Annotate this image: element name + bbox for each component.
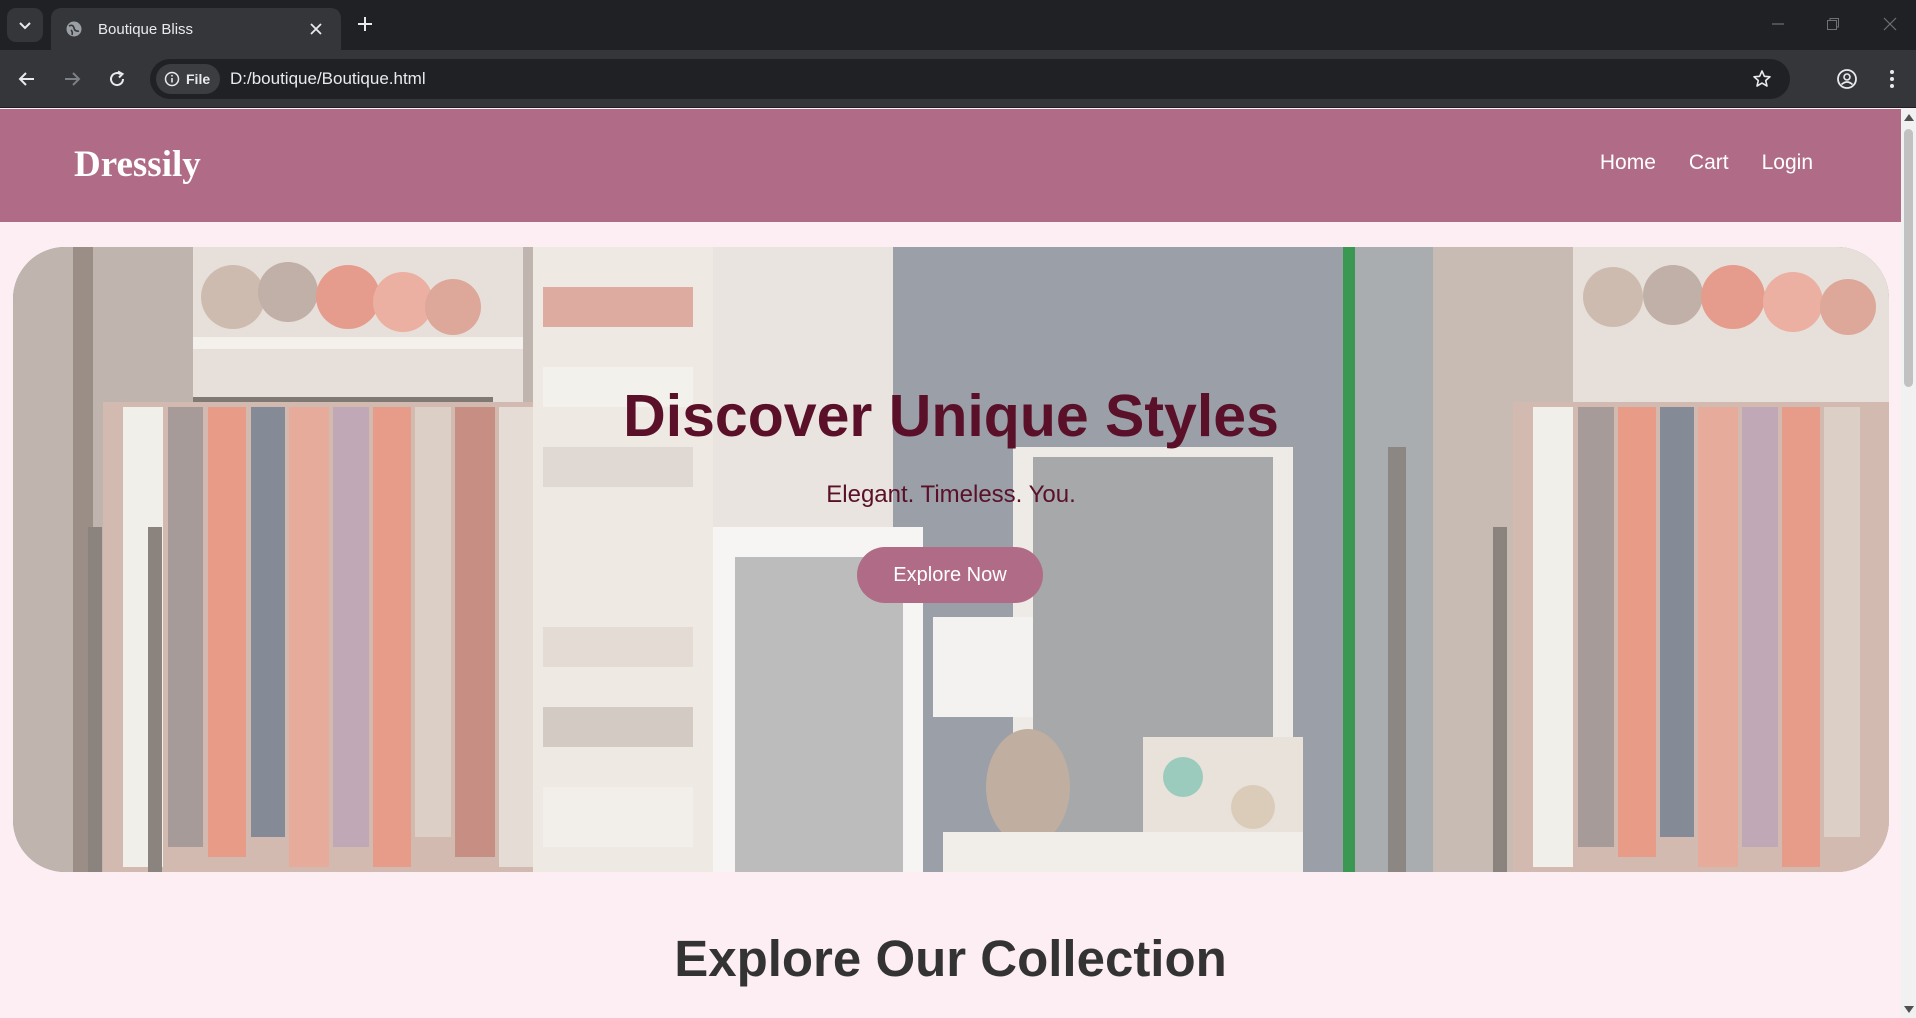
restore-button[interactable]: [1819, 12, 1847, 36]
minimize-icon: [1772, 23, 1784, 25]
site-header: Dressily Home Cart Login: [0, 109, 1901, 222]
globe-icon: [65, 20, 83, 38]
new-tab-button[interactable]: [352, 11, 378, 37]
reload-button[interactable]: [101, 63, 133, 95]
forward-arrow-icon: [65, 72, 81, 86]
hero-content: Discover Unique Styles Elegant. Timeless…: [13, 247, 1889, 872]
close-window-button[interactable]: [1876, 12, 1904, 36]
minimize-button[interactable]: [1764, 12, 1792, 36]
scrollbar-thumb[interactable]: [1904, 129, 1913, 387]
nav-link-home[interactable]: Home: [1600, 151, 1656, 175]
browser-toolbar: File D:/boutique/Boutique.html: [0, 50, 1916, 108]
page-scrollbar[interactable]: [1901, 109, 1916, 1018]
back-button[interactable]: [11, 63, 43, 95]
hero-heading: Discover Unique Styles: [623, 383, 1279, 449]
site-info-chip[interactable]: File: [156, 64, 221, 94]
back-arrow-icon: [18, 72, 34, 86]
forward-button[interactable]: [56, 63, 88, 95]
plus-icon: [358, 17, 372, 31]
kebab-menu-icon: [1890, 70, 1894, 88]
nav-link-login[interactable]: Login: [1762, 151, 1813, 175]
profile-button[interactable]: [1832, 64, 1862, 94]
scroll-down-arrow-icon[interactable]: [1904, 1006, 1914, 1013]
info-icon: [164, 71, 180, 87]
bookmark-button[interactable]: [1750, 67, 1774, 91]
chevron-down-icon: [19, 22, 31, 30]
site-info-label: File: [186, 71, 211, 87]
page-viewport: Dressily Home Cart Login Discover Unique…: [0, 109, 1901, 1018]
reload-icon: [110, 70, 125, 87]
site-logo[interactable]: Dressily: [74, 143, 201, 186]
menu-button[interactable]: [1877, 64, 1907, 94]
tab-search-button[interactable]: [7, 8, 43, 42]
url-text[interactable]: D:/boutique/Boutique.html: [230, 59, 426, 99]
site-nav: Home Cart Login: [1600, 151, 1813, 175]
address-bar[interactable]: File D:/boutique/Boutique.html: [150, 59, 1790, 99]
close-tab-icon[interactable]: [305, 18, 327, 40]
hero-tagline: Elegant. Timeless. You.: [826, 481, 1076, 508]
star-icon: [1753, 70, 1771, 87]
collection-heading: Explore Our Collection: [674, 930, 1227, 987]
restore-icon: [1827, 18, 1839, 30]
hero-banner: Discover Unique Styles Elegant. Timeless…: [13, 247, 1889, 872]
scroll-up-arrow-icon[interactable]: [1904, 114, 1914, 121]
profile-icon: [1837, 69, 1857, 89]
tab-strip: Boutique Bliss: [0, 0, 1916, 50]
explore-now-button[interactable]: Explore Now: [857, 547, 1043, 603]
close-icon: [1883, 17, 1897, 31]
nav-link-cart[interactable]: Cart: [1689, 151, 1729, 175]
browser-tab[interactable]: Boutique Bliss: [51, 8, 341, 50]
tab-title: Boutique Bliss: [98, 20, 194, 38]
